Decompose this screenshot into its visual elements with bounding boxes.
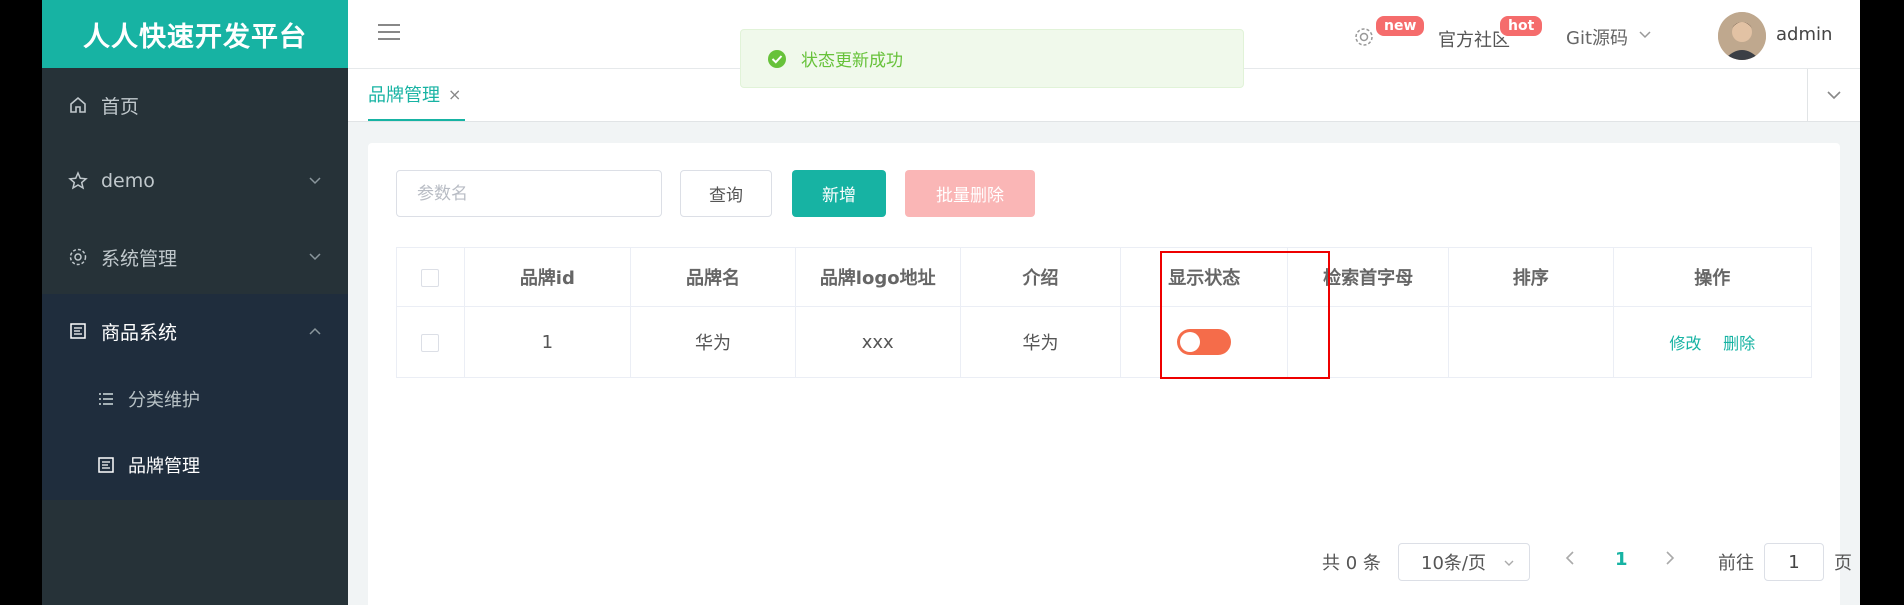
sidebar-item-system[interactable]: 系统管理 <box>42 220 348 294</box>
toast-message: 状态更新成功 <box>801 51 903 71</box>
add-button[interactable]: 新增 <box>792 170 886 217</box>
column-header: 操作 <box>1612 247 1813 307</box>
sidebar-item-label: 分类维护 <box>128 390 200 411</box>
sidebar-item-label: 首页 <box>101 95 140 118</box>
row-select-cell <box>396 306 465 378</box>
sidebar-item-product-system[interactable]: 商品系统 <box>42 294 348 368</box>
select-all-cell <box>396 247 465 307</box>
column-header[interactable]: 品牌logo地址 <box>794 247 961 307</box>
goto-page-input[interactable] <box>1764 543 1824 581</box>
chevron-down-icon[interactable] <box>1638 28 1652 42</box>
cell-brand-logo: xxx <box>794 306 961 378</box>
page-suffix: 页 <box>1834 553 1852 574</box>
hamburger-menu-icon[interactable] <box>378 24 400 44</box>
tab-brand-management[interactable]: 品牌管理 × <box>368 69 466 121</box>
gear-icon <box>68 247 88 267</box>
cell-sort <box>1447 306 1614 378</box>
goto-label: 前往 <box>1718 553 1754 574</box>
page-size-select[interactable]: 10条/页 <box>1398 543 1530 581</box>
check-circle-icon <box>768 49 786 68</box>
chevron-down-icon <box>1827 91 1841 100</box>
cell-intro: 华为 <box>959 306 1122 378</box>
chevron-left-icon <box>1565 551 1574 565</box>
new-badge: new <box>1374 14 1427 38</box>
chevron-up-icon <box>309 327 321 335</box>
search-input[interactable] <box>396 170 662 217</box>
select-all-checkbox[interactable] <box>421 268 440 287</box>
batch-delete-button[interactable]: 批量删除 <box>905 170 1035 217</box>
cell-brand-name: 华为 <box>630 306 796 378</box>
chevron-down-icon <box>309 177 321 185</box>
cell-actions: 修改 删除 <box>1612 306 1813 378</box>
content-card: 查询 新增 批量删除 品牌id 品牌名 品牌logo地址 介绍 显示状态 检索首… <box>368 143 1852 605</box>
column-header[interactable]: 品牌id <box>463 247 632 307</box>
gear-icon[interactable] <box>1353 26 1375 48</box>
sidebar-item-label: 品牌管理 <box>128 456 200 477</box>
chevron-down-icon <box>309 253 321 261</box>
star-icon <box>68 171 88 191</box>
page-number[interactable]: 1 <box>1615 549 1628 570</box>
cell-brand-id: 1 <box>463 306 632 378</box>
delete-link[interactable]: 删除 <box>1723 334 1755 353</box>
tab-label: 品牌管理 <box>368 85 440 106</box>
edit-link[interactable]: 修改 <box>1669 334 1701 353</box>
tabs-dropdown-button[interactable] <box>1807 69 1860 121</box>
sidebar: 人人快速开发平台 首页 demo 系统管理 商品系统 分类维护 品牌管理 <box>42 0 348 605</box>
hot-badge: hot <box>1498 14 1545 38</box>
submenu: 分类维护 品牌管理 <box>42 366 348 500</box>
row-checkbox[interactable] <box>421 333 440 352</box>
avatar[interactable] <box>1718 12 1766 60</box>
table-row: 1 华为 xxx 华为 修改 删除 <box>396 306 1813 378</box>
home-icon <box>68 95 88 115</box>
sidebar-item-label: demo <box>101 170 155 192</box>
document-icon <box>96 455 116 475</box>
document-icon <box>68 321 88 341</box>
git-source-menu[interactable]: Git源码 <box>1566 24 1628 50</box>
prev-page-button[interactable] <box>1564 549 1576 572</box>
sidebar-item-brand[interactable]: 品牌管理 <box>42 432 348 498</box>
list-icon <box>96 389 116 409</box>
success-toast: 状态更新成功 <box>740 29 1244 88</box>
sidebar-item-demo[interactable]: demo <box>42 144 348 218</box>
total-count: 共 0 条 <box>1322 553 1381 574</box>
highlight-box <box>1160 251 1330 379</box>
column-header[interactable]: 介绍 <box>959 247 1122 307</box>
app-window: 人人快速开发平台 首页 demo 系统管理 商品系统 分类维护 品牌管理 new… <box>42 0 1860 605</box>
next-page-button[interactable] <box>1664 549 1676 572</box>
sidebar-item-home[interactable]: 首页 <box>42 68 348 142</box>
username[interactable]: admin <box>1776 24 1832 45</box>
pagination: 共 0 条 10条/页 1 前往 页 <box>368 543 1852 585</box>
sidebar-item-label: 系统管理 <box>101 247 178 270</box>
query-button[interactable]: 查询 <box>680 170 772 217</box>
sidebar-item-category[interactable]: 分类维护 <box>42 366 348 432</box>
column-header[interactable]: 品牌名 <box>630 247 796 307</box>
close-icon[interactable]: × <box>448 85 461 104</box>
table-header-row: 品牌id 品牌名 品牌logo地址 介绍 显示状态 检索首字母 排序 操作 <box>396 247 1813 307</box>
page-size-value: 10条/页 <box>1421 553 1486 574</box>
column-header[interactable]: 排序 <box>1447 247 1614 307</box>
brand-title[interactable]: 人人快速开发平台 <box>42 0 348 68</box>
sidebar-item-label: 商品系统 <box>101 321 178 344</box>
brand-table: 品牌id 品牌名 品牌logo地址 介绍 显示状态 检索首字母 排序 操作 1 … <box>396 247 1813 378</box>
chevron-down-icon <box>1504 560 1514 566</box>
chevron-right-icon <box>1666 551 1675 565</box>
